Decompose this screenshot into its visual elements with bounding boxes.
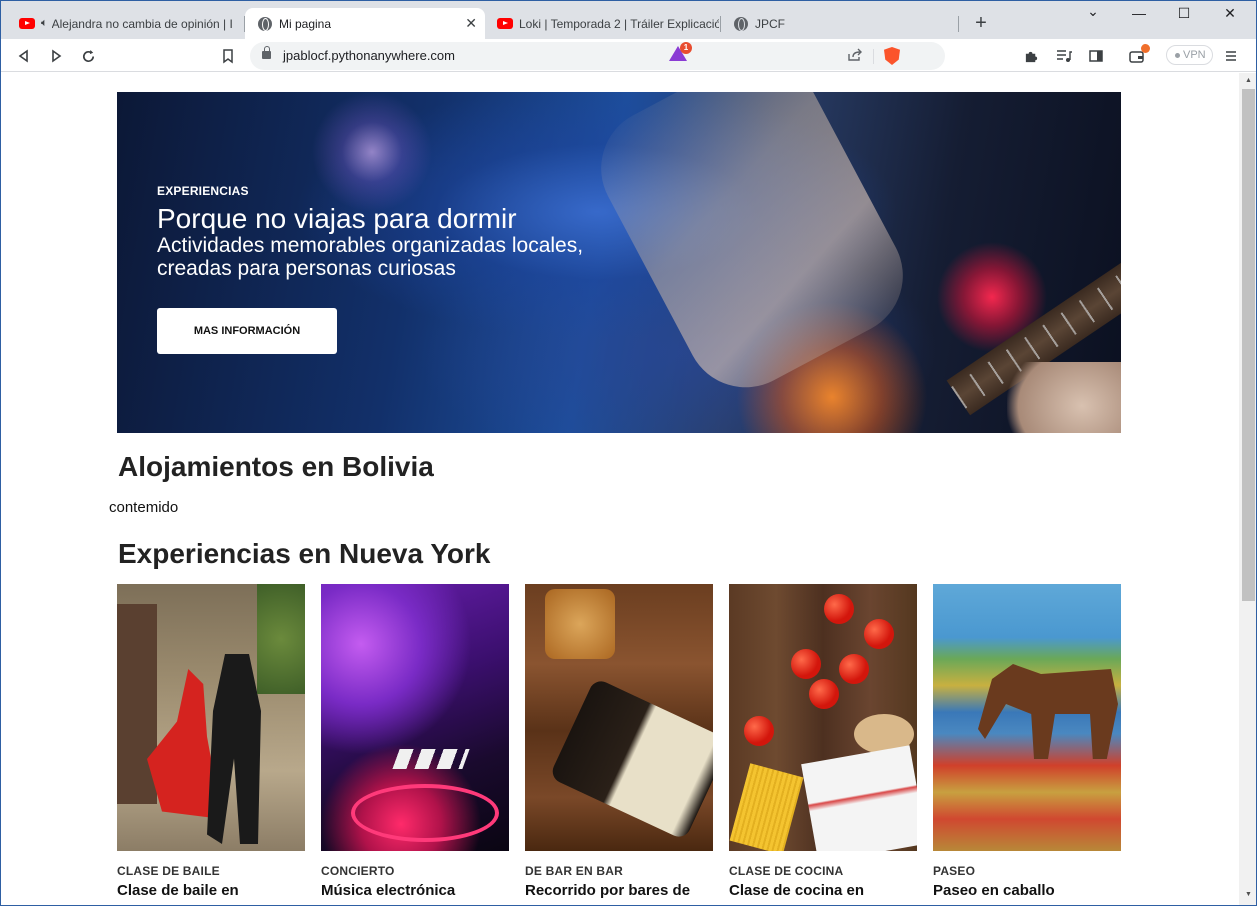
page-viewport: EXPERIENCIAS Porque no viajas para dormi… xyxy=(1,73,1239,905)
puzzle-icon xyxy=(1025,51,1037,62)
experience-card-bar[interactable]: DE BAR EN BAR Recorrido por bares de xyxy=(525,584,713,899)
lock-icon[interactable] xyxy=(262,46,271,59)
browser-window: 🔈︎ Alejandra no cambia de opinión | I Mi… xyxy=(0,0,1257,906)
tab-title: Alejandra no cambia de opinión | I xyxy=(51,16,233,31)
scrollbar-thumb[interactable] xyxy=(1242,89,1255,601)
back-icon xyxy=(18,49,28,63)
reload-icon xyxy=(82,49,94,62)
globe-icon xyxy=(257,16,273,32)
card-category: PASEO xyxy=(933,864,976,878)
tab-strip: 🔈︎ Alejandra no cambia de opinión | I Mi… xyxy=(1,1,1256,39)
back-button[interactable] xyxy=(13,45,35,67)
rewards-badge: 1 xyxy=(680,42,692,54)
bookmark-button[interactable] xyxy=(217,45,239,67)
wallet-notification-dot xyxy=(1141,44,1150,53)
lodging-section-title: Alojamientos en Bolivia xyxy=(118,451,434,482)
youtube-icon xyxy=(497,16,513,32)
tab-separator xyxy=(958,16,959,32)
lodging-body-text: contemido xyxy=(109,499,179,516)
card-category: DE BAR EN BAR xyxy=(525,864,623,878)
tab-search-chevron-icon[interactable]: ⌄ xyxy=(1083,3,1103,20)
hero-subtitle: Actividades memorables organizadas local… xyxy=(157,234,584,280)
hero-title: Porque no viajas para dormir xyxy=(157,203,517,234)
forward-icon xyxy=(52,49,62,63)
close-window-button[interactable]: ✕ xyxy=(1220,5,1240,22)
extensions-button[interactable] xyxy=(1020,45,1042,67)
experience-card-horse[interactable]: PASEO Paseo en caballo xyxy=(933,584,1121,899)
tab-jpcf[interactable]: JPCF xyxy=(721,8,957,39)
playlist-icon xyxy=(1057,50,1072,62)
card-category: CONCIERTO xyxy=(321,864,395,878)
hero-banner: EXPERIENCIAS Porque no viajas para dormi… xyxy=(117,92,1121,433)
scroll-up-arrow-icon[interactable]: ▲ xyxy=(1245,77,1252,84)
card-title[interactable]: Música electrónica xyxy=(321,882,509,899)
experience-card-concert[interactable]: CONCIERTO Música electrónica xyxy=(321,584,509,899)
reload-button[interactable] xyxy=(77,45,99,67)
new-tab-button[interactable]: + xyxy=(971,11,991,35)
bookmark-icon xyxy=(223,48,233,63)
tomato-shape xyxy=(744,716,774,746)
horse-figure xyxy=(978,664,1118,759)
tomato-shape xyxy=(864,619,894,649)
card-category: CLASE DE COCINA xyxy=(729,864,844,878)
card-title[interactable]: Clase de baile en xyxy=(117,882,305,899)
share-icon[interactable] xyxy=(847,48,863,62)
card-category: CLASE DE BAILE xyxy=(117,864,220,878)
pasta-shape xyxy=(729,763,804,851)
sidebar-button[interactable] xyxy=(1085,45,1107,67)
vpn-button[interactable]: VPN xyxy=(1166,45,1213,65)
close-tab-icon[interactable]: ✕ xyxy=(465,15,477,31)
card-image-horse[interactable] xyxy=(933,584,1121,851)
card-image-concert[interactable] xyxy=(321,584,509,851)
tomato-shape xyxy=(791,649,821,679)
card-title[interactable]: Clase de cocina en xyxy=(729,882,917,899)
sidebar-icon xyxy=(1089,50,1103,62)
experience-card-dance[interactable]: CLASE DE BAILE Clase de baile en xyxy=(117,584,305,899)
tab-title: Loki | Temporada 2 | Tráiler Explicación xyxy=(519,16,719,31)
youtube-icon xyxy=(19,16,35,32)
playlist-button[interactable] xyxy=(1053,45,1075,67)
hamburger-menu-icon xyxy=(1226,51,1236,61)
tomato-shape xyxy=(824,594,854,624)
brave-shields-icon[interactable] xyxy=(884,47,900,65)
tab-alejandra[interactable]: 🔈︎ Alejandra no cambia de opinión | I xyxy=(7,8,243,39)
tab-title: JPCF xyxy=(755,16,785,31)
card-image-dance[interactable] xyxy=(117,584,305,851)
hero-image-hand xyxy=(1007,362,1121,433)
experience-card-cooking[interactable]: CLASE DE COCINA Clase de cocina en xyxy=(729,584,917,899)
card-image-bar[interactable] xyxy=(525,584,713,851)
dancer-figure xyxy=(207,654,261,844)
hero-text: EXPERIENCIAS Porque no viajas para dormi… xyxy=(157,184,587,280)
more-info-button[interactable]: MAS INFORMACIÓN xyxy=(157,308,337,354)
globe-icon xyxy=(733,16,749,32)
towel-shape xyxy=(801,745,917,851)
card-title[interactable]: Paseo en caballo xyxy=(933,882,1121,899)
tomato-shape xyxy=(809,679,839,709)
experiences-section-title: Experiencias en Nueva York xyxy=(118,538,491,569)
card-title[interactable]: Recorrido por bares de xyxy=(525,882,713,899)
tab-title: Mi pagina xyxy=(279,16,332,31)
minimize-button[interactable]: — xyxy=(1129,5,1149,21)
omnibox-separator xyxy=(873,49,874,64)
scroll-down-arrow-icon[interactable]: ▼ xyxy=(1245,891,1252,898)
tab-mi-pagina[interactable]: Mi pagina ✕ xyxy=(245,8,485,39)
vpn-label: VPN xyxy=(1183,49,1206,61)
tomato-shape xyxy=(839,654,869,684)
vpn-status-dot xyxy=(1175,52,1180,58)
menu-button[interactable] xyxy=(1220,45,1242,67)
tab-loki[interactable]: Loki | Temporada 2 | Tráiler Explicación xyxy=(485,8,719,39)
browser-toolbar: jpablocf.pythonanywhere.com 1 VPN xyxy=(1,39,1256,72)
url-text[interactable]: jpablocf.pythonanywhere.com xyxy=(283,48,455,63)
page-scrollbar[interactable]: ▲ ▼ xyxy=(1239,73,1256,905)
speaker-icon[interactable]: 🔈︎ xyxy=(41,17,48,30)
hero-image-arm xyxy=(580,92,924,409)
address-bar[interactable]: jpablocf.pythonanywhere.com xyxy=(250,42,945,70)
hero-eyebrow: EXPERIENCIAS xyxy=(157,184,249,198)
maximize-button[interactable]: ☐ xyxy=(1174,5,1194,22)
card-image-cooking[interactable] xyxy=(729,584,917,851)
forward-button[interactable] xyxy=(45,45,67,67)
